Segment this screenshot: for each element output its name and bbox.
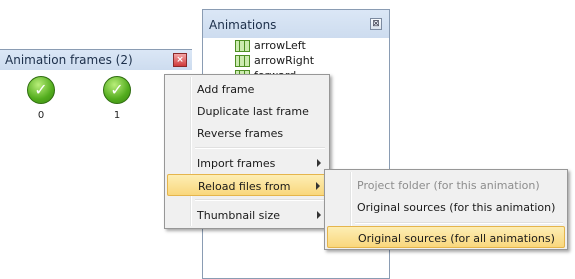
frames-context-menu: Add frame Duplicate last frame Reverse f… xyxy=(164,74,330,229)
submenu-arrow-icon xyxy=(317,211,321,219)
menu-item-import-frames[interactable]: Import frames xyxy=(167,152,327,174)
menu-item-reload-files-from[interactable]: Reload files from xyxy=(167,174,327,196)
checkmark-icon: ✓ xyxy=(27,76,55,104)
animation-frames-close-button[interactable]: × xyxy=(173,53,187,67)
animations-panel-close-button[interactable]: ⊠ xyxy=(370,18,382,30)
menu-item-label: Import frames xyxy=(197,157,276,170)
submenu-item-original-sources-all[interactable]: Original sources (for all animations) xyxy=(327,226,565,248)
submenu-arrow-icon xyxy=(316,182,320,190)
menu-item-label: Duplicate last frame xyxy=(197,105,309,118)
menu-item-label: Thumbnail size xyxy=(197,209,281,222)
animations-panel-header: Animations ⊠ xyxy=(203,10,389,38)
menu-item-label: Add frame xyxy=(197,83,255,96)
menu-item-label: Reload files from xyxy=(198,180,291,193)
menu-item-label: Original sources (for all animations) xyxy=(358,232,555,245)
menu-item-duplicate-last-frame[interactable]: Duplicate last frame xyxy=(167,100,327,122)
checkmark-icon: ✓ xyxy=(103,76,131,104)
menu-item-reverse-frames[interactable]: Reverse frames xyxy=(167,122,327,144)
menu-separator xyxy=(195,199,325,201)
menu-item-label: Reverse frames xyxy=(197,127,284,140)
animation-strip-icon xyxy=(235,55,250,67)
menu-separator xyxy=(355,222,563,224)
frame-number: 0 xyxy=(37,110,45,121)
menu-separator xyxy=(195,147,325,149)
submenu-item-project-folder: Project folder (for this animation) xyxy=(327,174,565,196)
menu-item-label: Original sources (for this animation) xyxy=(357,201,556,214)
animation-frames-header: Animation frames (2) × xyxy=(0,50,192,70)
animation-item-label: arrowRight xyxy=(254,54,315,67)
menu-item-label: Project folder (for this animation) xyxy=(357,179,540,192)
animation-item-label: arrowLeft xyxy=(254,39,306,52)
frame-thumbnail-0[interactable]: ✓ 0 xyxy=(21,76,61,121)
animation-frames-title: Animation frames (2) xyxy=(5,53,133,67)
reload-files-submenu: Project folder (for this animation) Orig… xyxy=(324,169,568,250)
animations-panel-title: Animations xyxy=(209,18,277,32)
animation-strip-icon xyxy=(235,40,250,52)
submenu-item-original-sources-this[interactable]: Original sources (for this animation) xyxy=(327,196,565,218)
menu-item-add-frame[interactable]: Add frame xyxy=(167,78,327,100)
frame-thumbnail-1[interactable]: ✓ 1 xyxy=(97,76,137,121)
submenu-arrow-icon xyxy=(317,159,321,167)
frame-number: 1 xyxy=(113,110,121,121)
menu-item-thumbnail-size[interactable]: Thumbnail size xyxy=(167,204,327,226)
